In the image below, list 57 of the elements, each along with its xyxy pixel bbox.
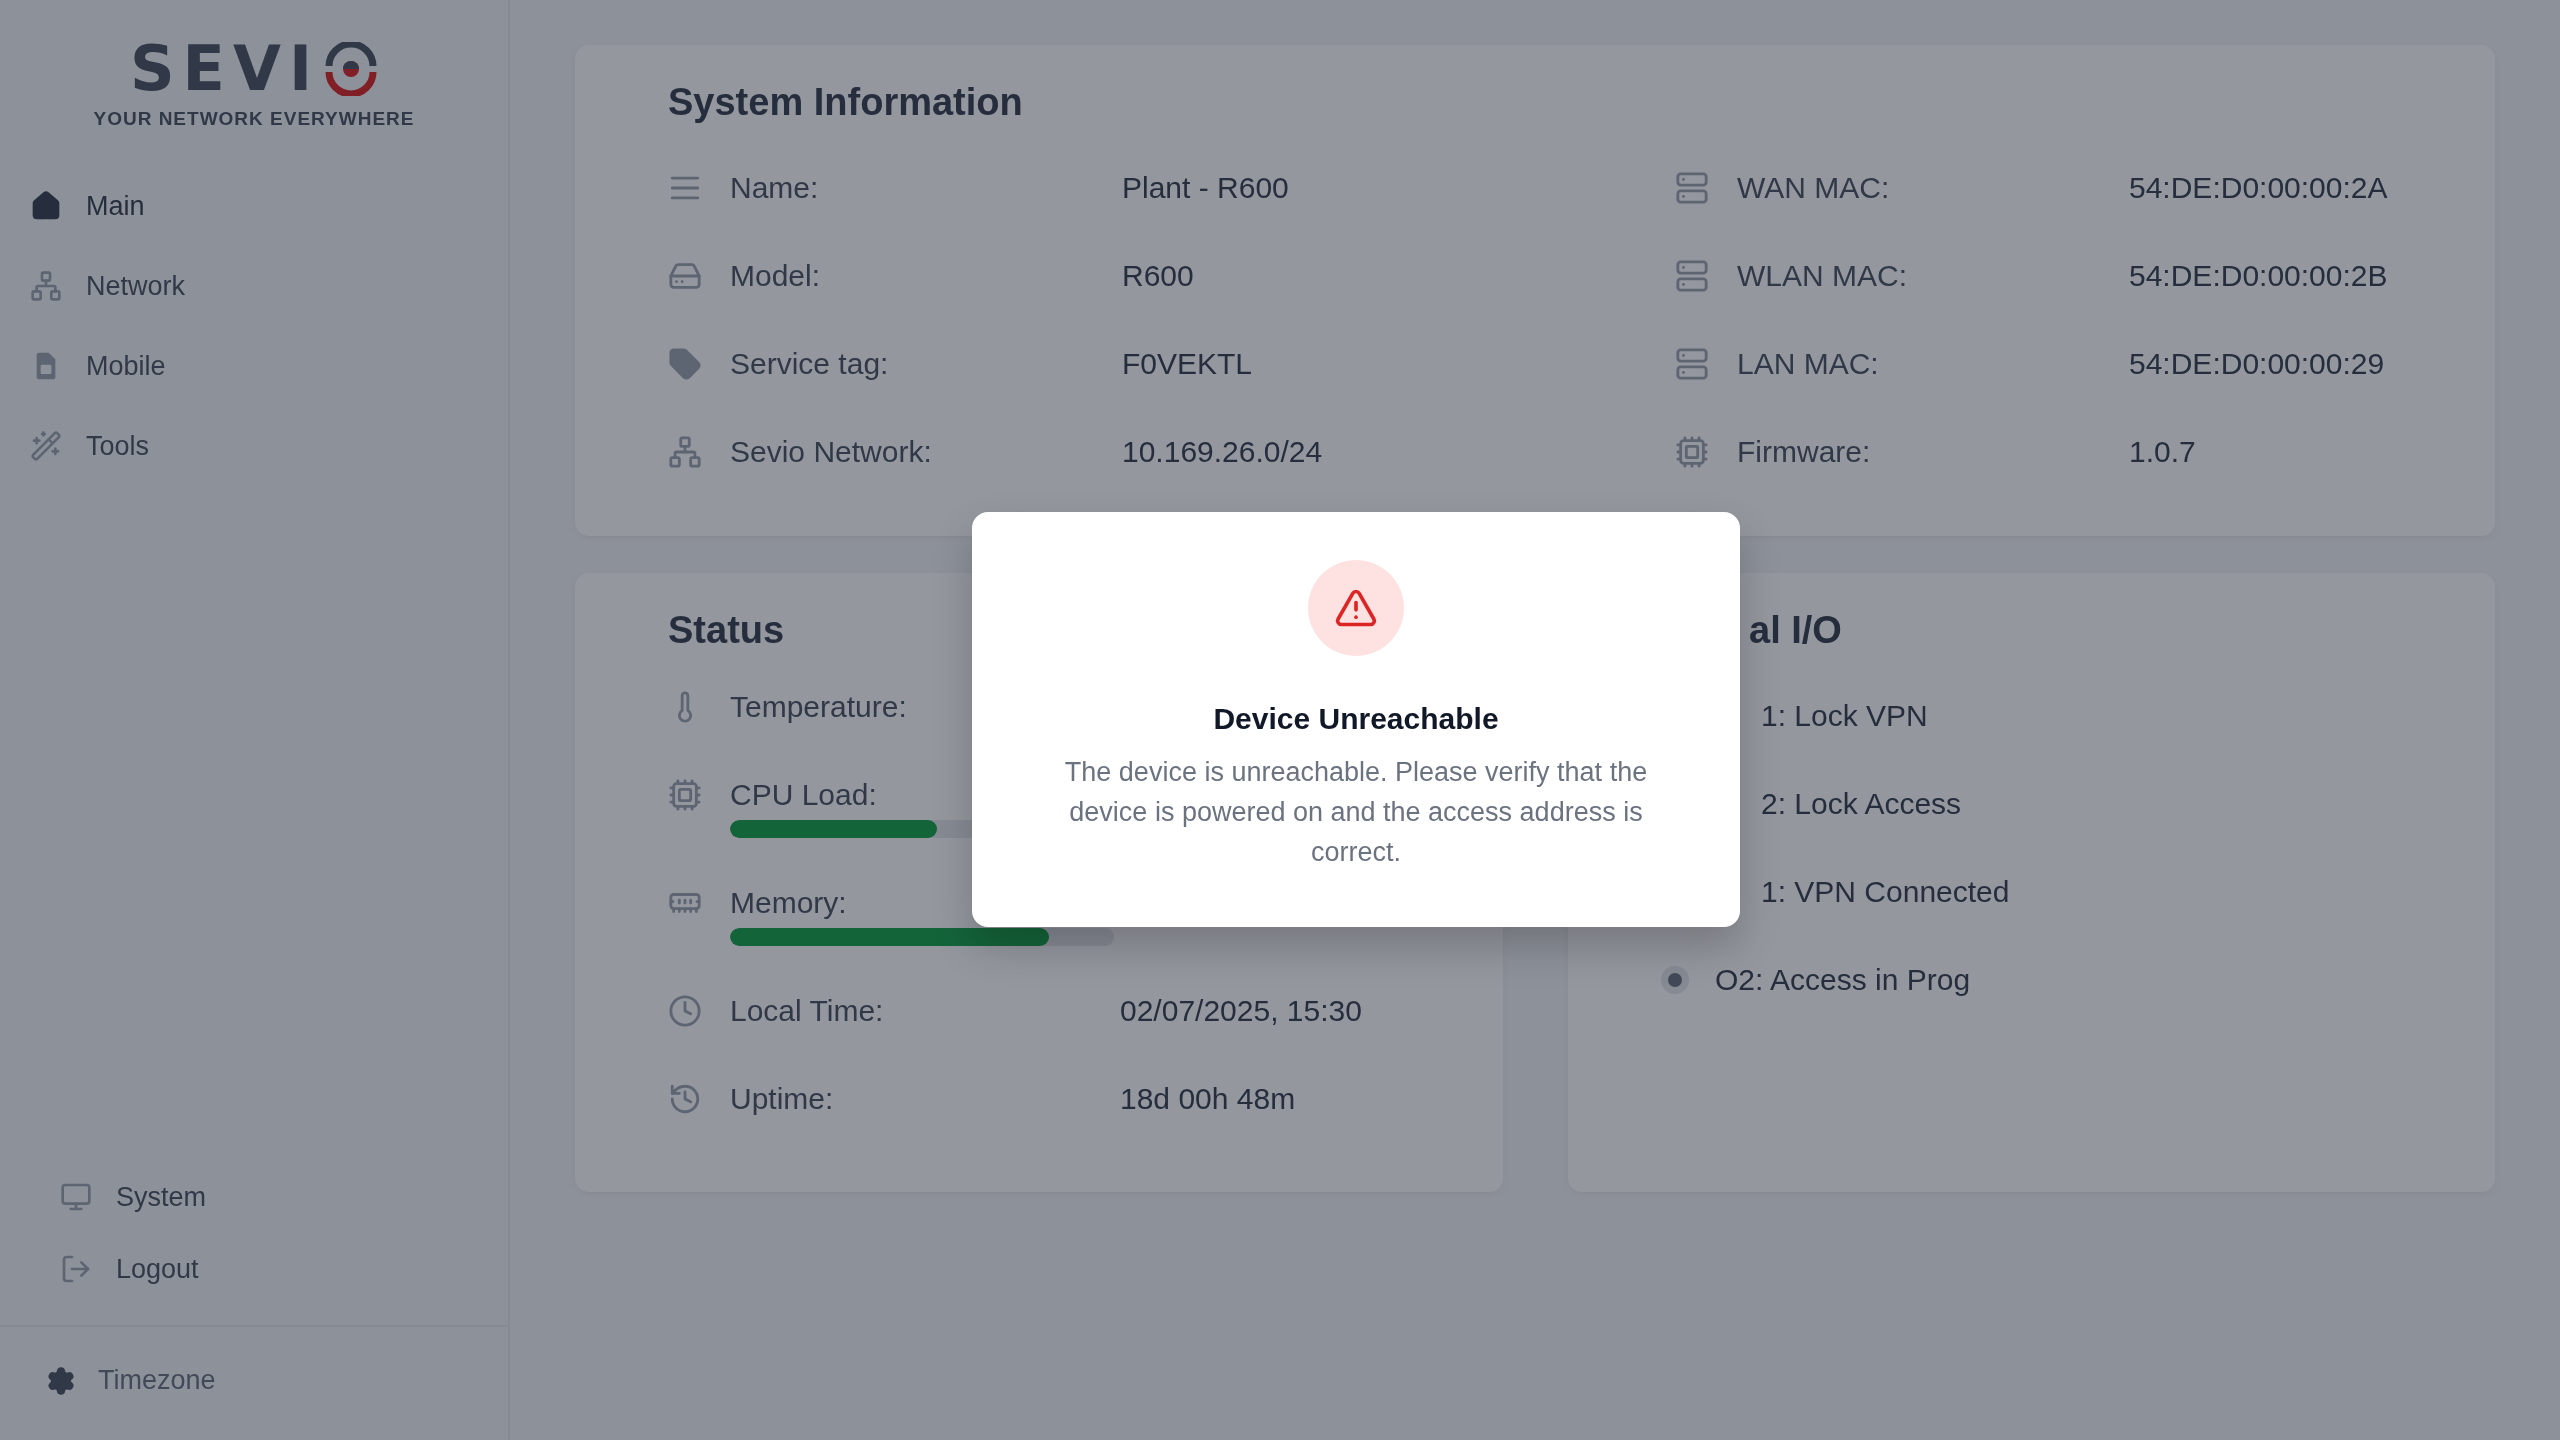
network-icon bbox=[30, 270, 62, 302]
server-icon bbox=[1675, 347, 1709, 381]
tag-icon bbox=[668, 347, 702, 381]
io-label: 1: VPN Connected bbox=[1761, 875, 2010, 909]
logo-ring-icon bbox=[324, 42, 379, 96]
dialog-message: The device is unreachable. Please verify that the device is powered on and the access address is correct. bbox=[1063, 756, 1649, 869]
dialog-title: Device Unreachable bbox=[1213, 702, 1499, 736]
nav-item[interactable]: Main bbox=[30, 166, 508, 246]
field-value: 1.0.7 bbox=[2129, 435, 2196, 469]
field-value: 54:DE:D0:00:00:2B bbox=[2129, 259, 2388, 293]
field-value: Plant - R600 bbox=[1122, 171, 1289, 205]
io-label: O2: Access in Prog bbox=[1715, 963, 1971, 997]
logout-icon bbox=[60, 1253, 92, 1285]
logo-wordmark: SEVI bbox=[129, 38, 321, 100]
field-label: WLAN MAC: bbox=[1737, 259, 1907, 293]
field-label: Sevio Network: bbox=[730, 435, 932, 469]
chip-icon bbox=[668, 778, 702, 812]
field-value: 10.169.26.0/24 bbox=[1122, 435, 1323, 469]
field-label: LAN MAC: bbox=[1737, 347, 1879, 381]
field-value: 02/07/2025, 15:30 bbox=[1120, 994, 1362, 1028]
field-label: Firmware: bbox=[1737, 435, 1871, 469]
io-label: 1: Lock VPN bbox=[1761, 699, 1928, 733]
field-label: Model: bbox=[730, 259, 821, 293]
field-label: Local Time: bbox=[730, 994, 884, 1028]
field-value: R600 bbox=[1122, 259, 1194, 293]
nav-item[interactable]: Tools bbox=[30, 406, 508, 486]
field-label: Memory: bbox=[730, 886, 847, 920]
field-label: Service tag: bbox=[730, 347, 889, 381]
home-icon bbox=[30, 190, 62, 222]
field-value: 18d 00h 48m bbox=[1120, 1082, 1296, 1116]
card-title: al I/O bbox=[1748, 609, 1843, 652]
logo-tagline: YOUR NETWORK EVERYWHERE bbox=[93, 108, 415, 130]
clock-icon bbox=[668, 994, 702, 1028]
field-label: Uptime: bbox=[730, 1082, 834, 1116]
field-label: Name: bbox=[730, 171, 819, 205]
nav-item[interactable]: Mobile bbox=[30, 326, 508, 406]
card-title: Status bbox=[668, 609, 786, 652]
monitor-icon bbox=[60, 1181, 92, 1213]
network-icon bbox=[668, 435, 702, 469]
field-value: 54:DE:D0:00:00:2A bbox=[2129, 171, 2388, 205]
server-icon bbox=[1675, 171, 1709, 205]
history-icon bbox=[668, 1082, 702, 1116]
io-label: 2: Lock Access bbox=[1761, 787, 1962, 821]
server-icon bbox=[1675, 259, 1709, 293]
card-title: System Information bbox=[668, 81, 1024, 124]
field-label: CPU Load: bbox=[730, 778, 877, 812]
field-label: WAN MAC: bbox=[1737, 171, 1890, 205]
settings-icon bbox=[46, 1365, 76, 1396]
field-value: F0VEKTL bbox=[1122, 347, 1253, 381]
chip-icon bbox=[1675, 435, 1709, 469]
nav-item[interactable]: System bbox=[60, 1161, 508, 1233]
field-value: 54:DE:D0:00:00:29 bbox=[2129, 347, 2385, 381]
field-label: Temperature: bbox=[730, 690, 907, 724]
nav-item[interactable]: Network bbox=[30, 246, 508, 326]
nav-item[interactable]: Logout bbox=[60, 1233, 508, 1305]
magic-wand-icon bbox=[30, 430, 62, 462]
timezone-link[interactable]: Timezone bbox=[46, 1365, 508, 1396]
